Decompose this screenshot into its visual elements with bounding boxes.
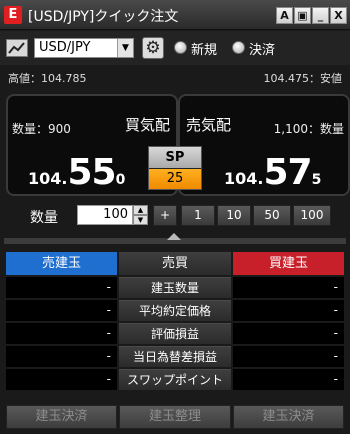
table-row-label: 当日為替差損益 [119,346,231,367]
table-row-label: 平均約定価格 [119,300,231,321]
ask-price: 104.575 [224,152,321,193]
quantity-up-icon[interactable]: ▲ [133,205,148,215]
spread-box: SP 25 [148,146,202,190]
settle-buy-button[interactable]: 建玉決済 [233,405,344,429]
table-cell-sell: - [6,369,117,390]
font-size-button[interactable]: A [276,7,293,24]
bid-price: 104.550 [28,152,125,193]
buy-position-header: 買建玉 [233,252,344,275]
quantity-add-100-button[interactable]: 100 [293,205,331,226]
bid-label: 買気配 [124,116,170,134]
table-row-label: 建玉数量 [119,277,231,298]
quantity-add-1-button[interactable]: 1 [181,205,215,226]
currency-pair-select[interactable]: USD/JPY ▼ [34,38,134,58]
collapse-icon[interactable] [167,233,181,240]
quantity-add-50-button[interactable]: 50 [253,205,291,226]
toolbar: USD/JPY ▼ ⚙ 新規 決済 [0,31,350,65]
table-cell-sell: - [6,277,117,298]
table-cell-sell: - [6,300,117,321]
currency-pair-value: USD/JPY [39,40,91,55]
ask-quantity: 1,100：数量 [273,122,344,136]
spread-value: 25 [149,169,201,189]
gear-icon[interactable]: ⚙ [142,37,164,59]
bid-price-suffix: 0 [115,172,126,188]
radio-settle[interactable] [232,41,245,54]
chart-icon[interactable] [6,39,28,57]
bid-quantity: 数量：900 [12,122,71,136]
table-cell-buy: - [233,300,344,321]
table-cell-sell: - [6,323,117,344]
spread-label: SP [149,147,201,168]
ask-label: 売気配 [186,116,232,134]
table-cell-sell: - [6,346,117,367]
close-button[interactable]: X [330,7,347,24]
organize-positions-button[interactable]: 建玉整理 [119,405,231,429]
table-row-label: スワップポイント [119,369,231,390]
quantity-label: 数量 [30,210,58,226]
table-cell-buy: - [233,323,344,344]
table-cell-buy: - [233,346,344,367]
minimize-button[interactable]: _ [312,7,329,24]
settle-sell-button[interactable]: 建玉決済 [6,405,117,429]
radio-new-label[interactable]: 新規 [191,39,217,58]
ask-price-main: 57 [263,152,312,193]
bid-price-prefix: 104. [28,169,68,188]
app-logo-icon: E [4,6,22,24]
table-cell-buy: - [233,277,344,298]
radio-new[interactable] [174,41,187,54]
title-bar: E [USD/JPY]クイック注文 A ▣ _ X [0,0,350,30]
low-price: 104.475：安値 [263,72,343,85]
quantity-input[interactable]: 100 [77,205,133,225]
chevron-down-icon[interactable]: ▼ [117,39,133,57]
quantity-plus-button[interactable]: + [153,205,177,226]
ask-price-suffix: 5 [311,172,322,188]
ask-price-prefix: 104. [224,169,264,188]
ask-panel[interactable]: 売気配 1,100：数量 104.575 [178,94,350,196]
sell-position-header: 売建玉 [6,252,117,275]
bid-price-main: 55 [67,152,116,193]
quantity-add-10-button[interactable]: 10 [217,205,251,226]
window-title: [USD/JPY]クイック注文 [28,9,179,25]
table-row-label: 評価損益 [119,323,231,344]
table-cell-buy: - [233,369,344,390]
quantity-down-icon[interactable]: ▼ [133,215,148,225]
restore-icon[interactable]: ▣ [294,7,311,24]
high-price: 高値：104.785 [8,72,87,85]
radio-settle-label[interactable]: 決済 [249,39,275,58]
trade-header: 売買 [119,252,231,275]
